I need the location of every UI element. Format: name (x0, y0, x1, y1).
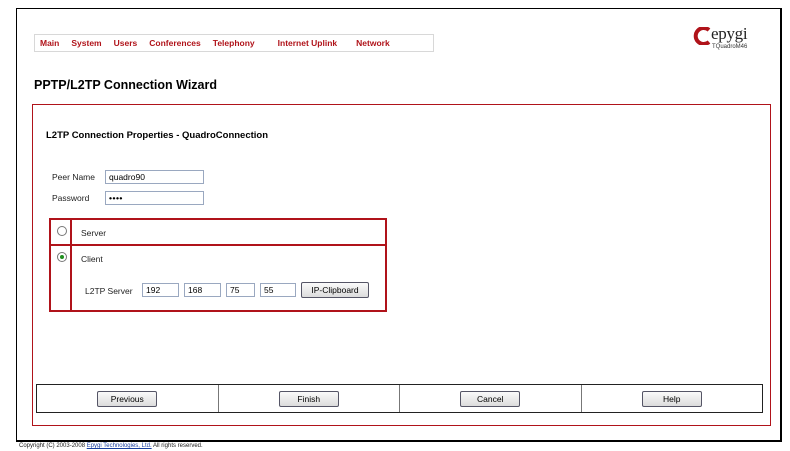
cancel-button[interactable]: Cancel (460, 391, 521, 407)
server-label: Server (81, 228, 107, 238)
l2tp-server-label: L2TP Server (85, 286, 133, 296)
previous-button[interactable]: Previous (97, 391, 158, 407)
menu-item-telephony[interactable]: Telephony (208, 38, 273, 48)
page-title: PPTP/L2TP Connection Wizard (34, 78, 218, 92)
password-input[interactable]: •••• (105, 191, 204, 205)
previous-cell: Previous (37, 385, 219, 412)
server-radio[interactable] (57, 226, 67, 236)
client-label: Client (81, 254, 103, 264)
finish-button[interactable]: Finish (278, 391, 339, 407)
ip-octet-1[interactable] (142, 283, 179, 297)
help-cell: Help (582, 385, 763, 412)
copyright-prefix: Copyright (C) 2003-2008 (19, 443, 87, 449)
section-title: L2TP Connection Properties - QuadroConne… (46, 130, 269, 141)
copyright-footer: Copyright (C) 2003-2008 Epygi Technologi… (19, 443, 203, 449)
menu-item-internet-uplink[interactable]: Internet Uplink (273, 38, 352, 48)
menu-item-conferences[interactable]: Conferences (144, 38, 208, 48)
password-label: Password (52, 193, 90, 203)
help-button[interactable]: Help (641, 391, 702, 407)
menu-item-users[interactable]: Users (109, 38, 145, 48)
wizard-button-bar: Previous Finish Cancel Help (36, 384, 763, 413)
menu-item-network[interactable]: Network (351, 38, 397, 48)
company-link[interactable]: Epygi Technologies, Ltd. (87, 443, 152, 449)
ip-octet-2[interactable] (184, 283, 221, 297)
copyright-suffix: All rights reserved. (151, 443, 203, 449)
ip-octet-3[interactable] (226, 283, 255, 297)
mode-divider-horizontal (51, 244, 385, 246)
menu-item-system[interactable]: System (66, 38, 108, 48)
cancel-cell: Cancel (400, 385, 582, 412)
main-menu: Main System Users Conferences Telephony … (34, 34, 434, 52)
epygi-logo-icon (693, 27, 711, 45)
menu-item-main[interactable]: Main (35, 38, 66, 48)
device-model: TQuadroM46 (712, 44, 748, 50)
peer-name-label: Peer Name (52, 172, 95, 182)
client-radio[interactable] (57, 252, 67, 262)
peer-name-input[interactable] (105, 170, 204, 184)
ip-clipboard-button[interactable]: IP-Clipboard (301, 282, 369, 298)
mode-divider-vertical (70, 220, 72, 310)
finish-cell: Finish (219, 385, 400, 412)
ip-octet-4[interactable] (260, 283, 296, 297)
logo-wordmark: epygi (711, 24, 748, 43)
